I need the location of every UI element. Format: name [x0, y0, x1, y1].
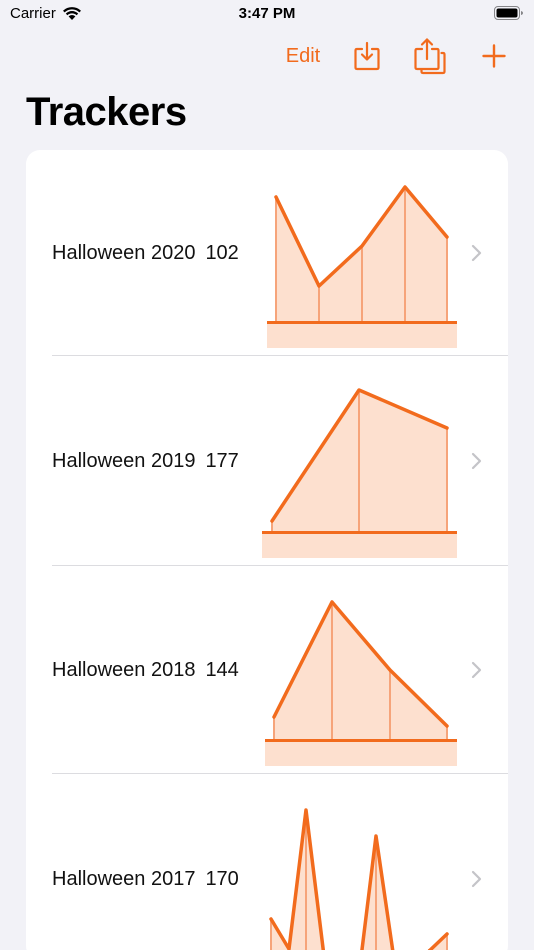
plus-icon: [482, 44, 506, 68]
tracker-name: Halloween 2018: [52, 659, 196, 681]
tracker-row-halloween-2018[interactable]: Halloween 2018 144: [26, 566, 508, 773]
add-tracker-button[interactable]: [476, 36, 512, 76]
battery-icon: [494, 6, 523, 20]
tracker-row-halloween-2020[interactable]: Halloween 2020 102: [26, 150, 508, 355]
tracker-name: Halloween 2020: [52, 242, 196, 264]
chevron-right-icon: [471, 870, 482, 888]
tracker-count: 177: [205, 450, 239, 472]
chevron-right-icon: [471, 244, 482, 262]
page-title: Trackers: [26, 90, 187, 134]
edit-button[interactable]: Edit: [278, 36, 328, 76]
chevron-right-icon: [471, 661, 482, 679]
tracker-name: Halloween 2019: [52, 450, 196, 472]
status-bar: Carrier 3:47 PM: [0, 0, 534, 30]
tracker-sparkline-2017: [269, 808, 449, 950]
import-button[interactable]: [350, 36, 384, 76]
tracker-count: 170: [205, 868, 239, 890]
tracker-label: Halloween 2020 102: [52, 242, 239, 265]
tracker-label: Halloween 2017 170: [52, 868, 239, 891]
tray-arrow-down-icon: [354, 41, 380, 71]
tracker-name: Halloween 2017: [52, 868, 196, 890]
status-time: 3:47 PM: [238, 5, 296, 22]
tracker-count: 144: [205, 659, 239, 681]
share-button[interactable]: [412, 36, 448, 76]
tracker-count: 102: [205, 242, 239, 264]
tracker-row-halloween-2017[interactable]: Halloween 2017 170: [26, 774, 508, 950]
share-icon: [414, 38, 446, 75]
tracker-label: Halloween 2018 144: [52, 659, 239, 682]
trackers-list: Halloween 2020 102 Halloween 2019 177 Hall…: [26, 150, 508, 950]
tracker-label: Halloween 2019 177: [52, 450, 239, 473]
navigation-toolbar: Edit: [0, 36, 534, 76]
tracker-row-halloween-2019[interactable]: Halloween 2019 177: [26, 356, 508, 565]
chevron-right-icon: [471, 452, 482, 470]
